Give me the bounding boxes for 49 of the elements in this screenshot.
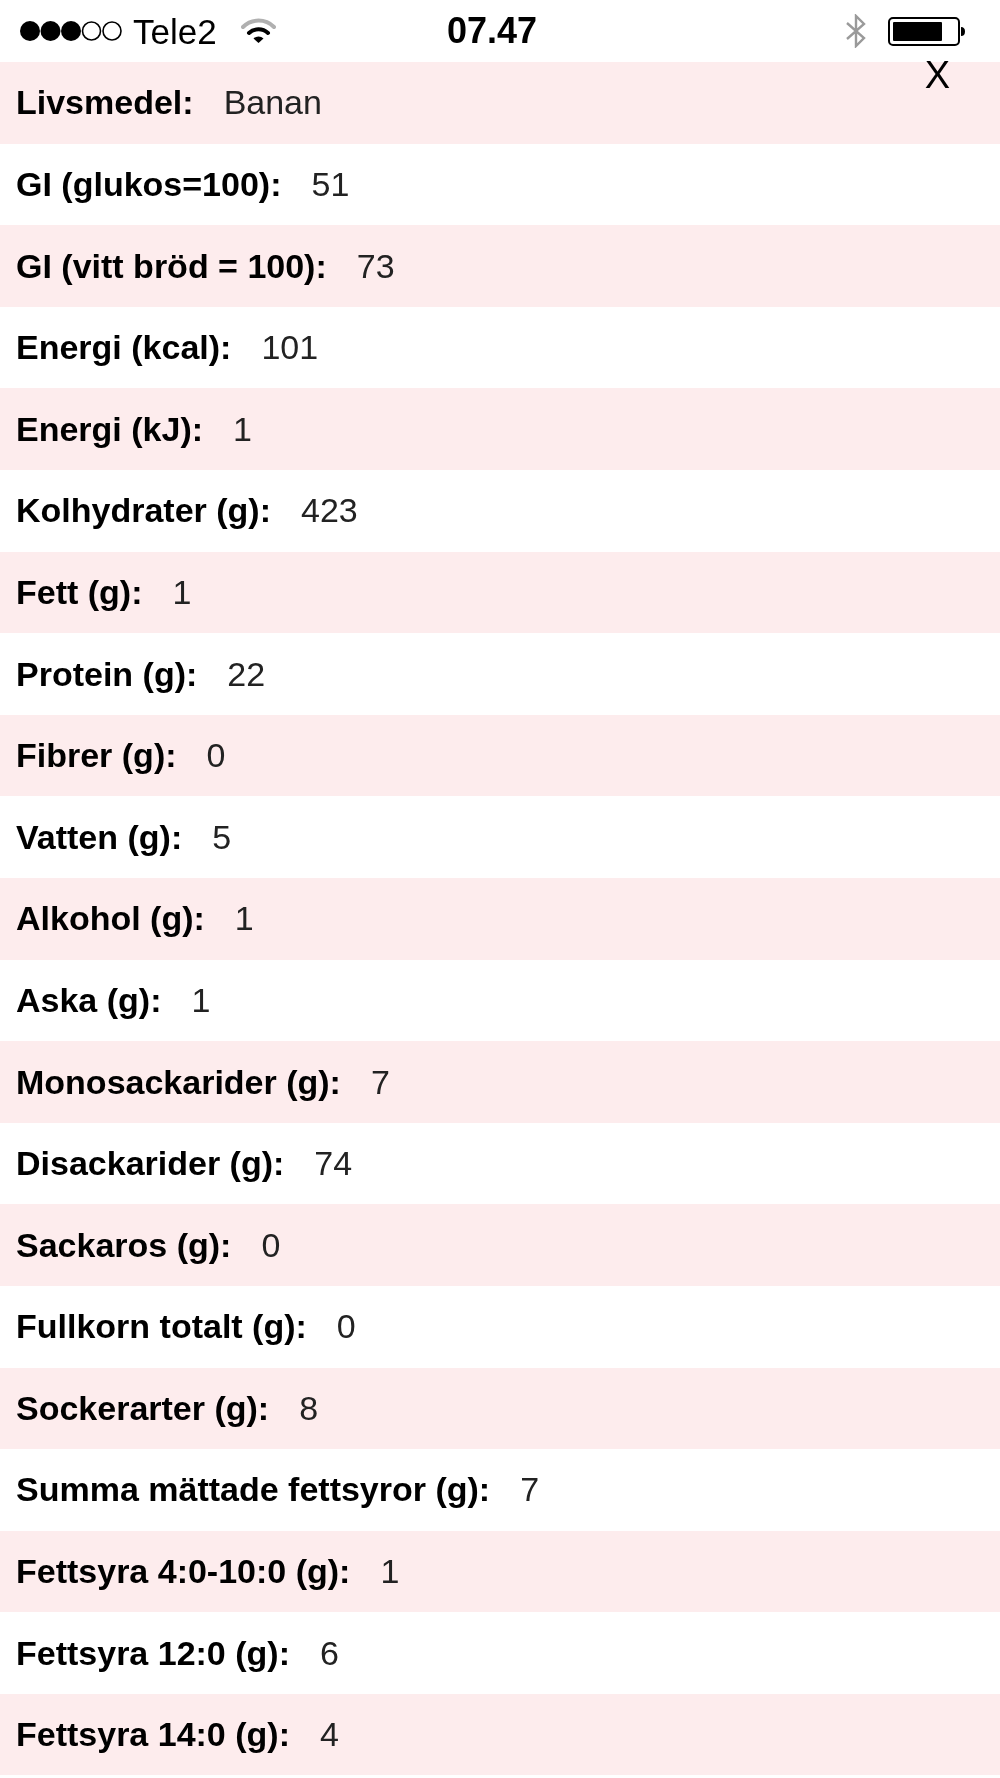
nutrient-label: GI (vitt bröd = 100): [16, 245, 327, 287]
nutrient-label: Energi (kcal): [16, 327, 232, 368]
carrier-name: Tele2 [133, 13, 217, 49]
nutrient-label: Fett (g): [16, 571, 143, 613]
nutrient-value: 0 [336, 1306, 356, 1348]
nutrient-label: Kolhydrater (g): [16, 490, 271, 532]
nutrient-label: Disackarider (g): [16, 1143, 285, 1184]
nutrient-value: 1 [191, 979, 211, 1021]
nutrient-label: Alkohol (g): [16, 898, 205, 940]
nutrient-value: 1 [233, 408, 252, 450]
nutrient-label: Sackaros (g): [16, 1224, 232, 1266]
nutrient-label: Monosackarider (g): [16, 1061, 341, 1103]
nutrient-label: Protein (g): [16, 653, 198, 695]
nutrient-value: 22 [227, 653, 266, 695]
nutrient-value: 101 [261, 327, 319, 368]
nutrient-value: 423 [301, 490, 358, 532]
nutrient-value: 1 [234, 898, 254, 940]
nutrient-label: Sockerarter (g): [16, 1387, 270, 1429]
nutrient-label: Fettsyra 12:0 (g): [16, 1632, 290, 1674]
nutrient-label: Fettsyra 4:0-10:0 (g): [16, 1551, 351, 1592]
nutrient-label: Aska (g): [16, 979, 162, 1021]
nutrient-value: 7 [520, 1469, 540, 1511]
nutrient-value: 5 [212, 816, 232, 858]
nutrient-label: Fullkorn totalt (g): [16, 1306, 307, 1348]
nutrient-value: 1 [380, 1551, 400, 1592]
nutrient-value: 7 [370, 1061, 390, 1103]
nutrient-value: Banan [223, 82, 322, 124]
wifi-icon [240, 18, 276, 44]
nutrient-label: Summa mättade fettsyror (g): [16, 1469, 491, 1511]
battery-icon [888, 16, 965, 46]
nutrient-value: 8 [299, 1387, 319, 1429]
nutrient-value: 4 [319, 1714, 339, 1756]
bluetooth-icon [844, 14, 868, 48]
nutrient-value: 73 [356, 245, 395, 287]
nutrient-value: 1 [172, 571, 192, 613]
close-button[interactable]: X [924, 56, 950, 94]
nutrient-value: 0 [261, 1224, 281, 1266]
nutrient-value: 74 [314, 1143, 353, 1184]
signal-strength-icon [19, 20, 123, 42]
nutrient-label: Fettsyra 14:0 (g): [16, 1714, 290, 1756]
status-time: 07.47 [446, 13, 538, 49]
nutrient-label: Vatten (g): [16, 816, 183, 858]
nutrient-label: GI (glukos=100): [16, 164, 282, 205]
nutrient-value: 0 [206, 735, 226, 776]
nutrient-value: 51 [311, 164, 350, 205]
nutrient-value: 6 [319, 1632, 339, 1674]
nutrient-label: Livsmedel: [16, 82, 194, 124]
nutrient-label: Energi (kJ): [16, 408, 204, 450]
nutrient-label: Fibrer (g): [16, 735, 177, 776]
